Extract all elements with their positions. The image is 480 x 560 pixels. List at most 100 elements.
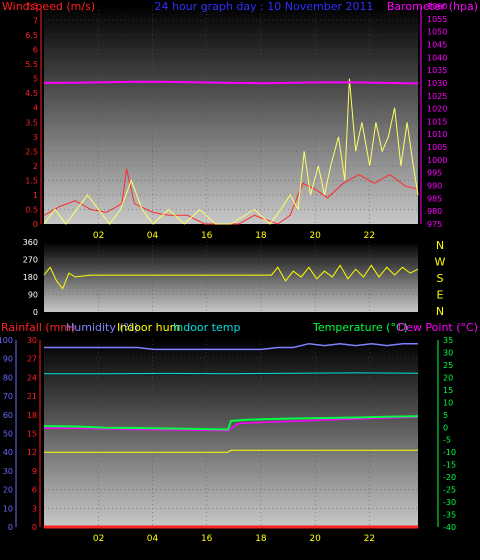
windspeed-tick-label: 4: [33, 104, 38, 113]
barometer-tick-label: 1000: [427, 156, 447, 165]
windspeed-axis-title: Windspeed (m/s): [2, 0, 95, 13]
rainfall-tick-label: 21: [27, 392, 37, 401]
temp-x-axis: 02 04 16 18 20 22: [93, 534, 375, 544]
direction-tick-label: 90: [28, 291, 38, 300]
windspeed-tick-label: 1.5: [25, 176, 38, 185]
x-tick-label: 18: [255, 231, 267, 241]
rainfall-tick-label: 27: [27, 355, 37, 364]
humidity-tick-label: 20: [3, 486, 13, 495]
humidity-tick-label: 70: [3, 392, 13, 401]
wind-x-axis: 02 04 16 18 20 22: [93, 231, 375, 241]
humidity-tick-label: 80: [3, 373, 13, 382]
temperature-humidity-panel: 0102030405060708090100 03691215182124273…: [0, 321, 478, 544]
humidity-tick-label: 10: [3, 504, 13, 513]
windspeed-tick-label: 4.5: [25, 89, 38, 98]
barometer-y-axis: 975 980 985 990 995 1000 1005 1010 1015 1020 1025 1…: [420, 2, 447, 229]
temperature-tick-label: 35: [443, 336, 453, 345]
barometer-tick-label: 1015: [427, 117, 447, 126]
x-tick-label: 18: [255, 534, 267, 544]
x-tick-label: 20: [309, 231, 321, 241]
rainfall-tick-label: 12: [27, 448, 37, 457]
rainfall-tick-label: 3: [32, 504, 37, 513]
rainfall-tick-label: 18: [27, 411, 37, 420]
x-tick-label: 22: [364, 231, 375, 241]
rainfall-y-axis: 0 3 6 9 12 15 18 21 24 27 30: [27, 336, 41, 532]
temperature-y-axis: -40 -35 -30 -25 -20 -15 -10 -5 0 5 10 15 20 25 30 35: [437, 336, 456, 532]
humidity-tick-label: 40: [3, 448, 13, 457]
temperature-tick-label: -10: [443, 448, 456, 457]
windspeed-tick-label: 5.5: [25, 60, 38, 69]
rainfall-tick-label: 15: [27, 430, 37, 439]
barometer-tick-label: 985: [427, 194, 442, 203]
x-tick-label: 04: [147, 231, 159, 241]
humidity-tick-label: 0: [8, 523, 13, 532]
temperature-tick-label: -5: [443, 436, 451, 445]
temperature-tick-label: -15: [443, 461, 456, 470]
wind-y-axis: 00.511.522.533.544.555.566.577.5: [25, 2, 42, 229]
windspeed-tick-label: 3.5: [25, 118, 38, 127]
direction-tick-label: 0: [33, 308, 38, 317]
windspeed-tick-label: 1: [33, 191, 38, 200]
barometer-tick-label: 1040: [427, 53, 447, 62]
rainfall-tick-label: 6: [32, 486, 37, 495]
temperature-tick-label: 10: [443, 398, 453, 407]
rainfall-tick-label: 24: [27, 373, 37, 382]
legend-dew-point: Dew Point (°C): [398, 321, 478, 334]
humidity-y-axis: 0 10 20 30 40 50 60 70 80 90 100: [0, 336, 17, 532]
barometer-tick-label: 980: [427, 207, 442, 216]
humidity-tick-label: 60: [3, 411, 13, 420]
barometer-tick-label: 1025: [427, 92, 447, 101]
weather-graph: 00.511.522.533.544.555.566.577.5 9759809…: [0, 0, 478, 544]
wind-direction-panel: 090180270360 NWSEN: [23, 238, 446, 318]
barometer-tick-label: 1045: [427, 40, 447, 49]
barometer-axis-title: Barometer (hpa): [387, 0, 478, 13]
barometer-tick-label: 975: [427, 220, 442, 229]
barometer-tick-label: 995: [427, 169, 442, 178]
humidity-tick-label: 90: [3, 355, 13, 364]
temperature-tick-label: 5: [443, 411, 448, 420]
compass-letter: N: [436, 239, 444, 252]
temperature-tick-label: -25: [443, 486, 456, 495]
compass-letter: W: [435, 256, 446, 269]
x-tick-label: 02: [93, 231, 104, 241]
x-tick-label: 16: [201, 534, 213, 544]
x-tick-label: 04: [147, 534, 159, 544]
barometer-tick-label: 1010: [427, 130, 447, 139]
direction-tick-label: 360: [23, 238, 38, 247]
windspeed-tick-label: 5: [33, 75, 38, 84]
temperature-tick-label: -20: [443, 473, 456, 482]
direction-tick-label: 180: [23, 273, 38, 282]
temperature-tick-label: -35: [443, 511, 456, 520]
temperature-tick-label: -30: [443, 498, 456, 507]
temperature-tick-label: -40: [443, 523, 456, 532]
rainfall-tick-label: 30: [27, 336, 37, 345]
windspeed-tick-label: 6: [33, 46, 38, 55]
wind-barometer-panel: 00.511.522.533.544.555.566.577.5 9759809…: [2, 0, 478, 241]
humidity-tick-label: 50: [3, 430, 13, 439]
compass-letter: S: [437, 272, 444, 285]
direction-tick-label: 270: [23, 256, 38, 265]
windspeed-tick-label: 6.5: [25, 31, 38, 40]
x-tick-label: 22: [364, 534, 375, 544]
temperature-tick-label: 15: [443, 386, 453, 395]
barometer-line: [43, 80, 419, 85]
windspeed-tick-label: 3: [33, 133, 38, 142]
barometer-tick-label: 1020: [427, 105, 447, 114]
windspeed-tick-label: 2.5: [25, 147, 38, 156]
wind-plot-area: [44, 6, 418, 224]
rainfall-tick-label: 0: [32, 523, 37, 532]
windspeed-tick-label: 7: [33, 17, 38, 26]
temperature-tick-label: 0: [443, 423, 448, 432]
legend-rainfall: Rainfall (mm): [1, 321, 75, 334]
legend-indoor-temp: Indoor temp: [173, 321, 240, 334]
x-tick-label: 16: [201, 231, 213, 241]
windspeed-tick-label: 0.5: [25, 205, 38, 214]
legend-indoor-hum: Indoor hum: [117, 321, 180, 334]
direction-y-axis: 0 90 180 270 360: [23, 238, 38, 317]
barometer-tick-label: 1050: [427, 28, 447, 37]
windspeed-tick-label: 0: [33, 220, 38, 229]
x-tick-label: 20: [309, 534, 321, 544]
x-tick-label: 02: [93, 534, 104, 544]
windspeed-tick-label: 2: [33, 162, 38, 171]
barometer-tick-label: 1035: [427, 66, 447, 75]
